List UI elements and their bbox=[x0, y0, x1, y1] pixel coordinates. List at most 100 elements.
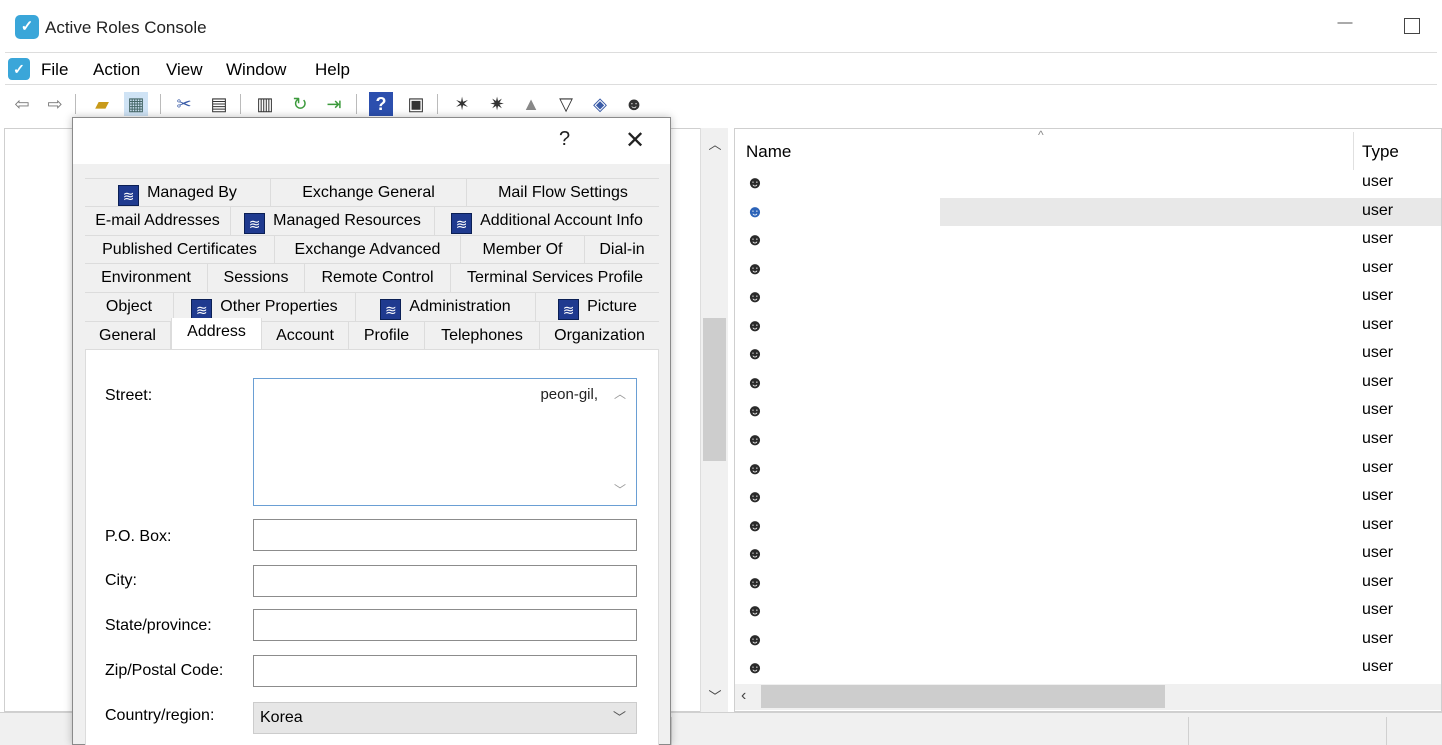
tab-managed-resources[interactable]: ≋ Managed Resources bbox=[231, 207, 435, 235]
tab-account[interactable]: Account bbox=[262, 322, 349, 350]
tab-terminal-services-profile[interactable]: Terminal Services Profile bbox=[451, 264, 659, 292]
tab-remote-control[interactable]: Remote Control bbox=[305, 264, 451, 292]
system-menu-icon[interactable]: ✓ bbox=[8, 58, 30, 80]
vertical-scrollbar[interactable]: ︿ ﹀ bbox=[700, 128, 728, 712]
tab-organization[interactable]: Organization bbox=[540, 322, 659, 350]
row-type: user bbox=[1362, 658, 1394, 676]
city-field[interactable] bbox=[253, 565, 637, 597]
new-group-icon[interactable]: ✷ bbox=[485, 92, 509, 116]
tab-general[interactable]: General bbox=[85, 322, 171, 350]
scroll-left-icon[interactable]: ‹ bbox=[741, 687, 746, 705]
row-type: user bbox=[1362, 287, 1394, 305]
list-row[interactable]: ☻ user bbox=[735, 255, 1441, 283]
cut-icon[interactable]: ✂ bbox=[172, 92, 196, 116]
filter-icon[interactable]: ▽ bbox=[554, 92, 578, 116]
horizontal-scrollbar[interactable]: ‹ bbox=[735, 684, 1441, 710]
tab-sessions[interactable]: Sessions bbox=[208, 264, 305, 292]
scroll-thumb[interactable] bbox=[703, 318, 726, 461]
new-user-icon[interactable]: ✶ bbox=[450, 92, 474, 116]
minimize-button[interactable]: — bbox=[1334, 14, 1356, 38]
country-select[interactable]: Korea ﹀ bbox=[253, 702, 637, 734]
menu-help[interactable]: Help bbox=[315, 60, 350, 80]
tab-environment[interactable]: Environment bbox=[85, 264, 208, 292]
tab-mail-flow-settings[interactable]: Mail Flow Settings bbox=[467, 179, 659, 207]
back-arrow-icon[interactable]: ⇦ bbox=[10, 92, 34, 116]
column-divider[interactable] bbox=[1353, 132, 1354, 170]
tab-exchange-advanced[interactable]: Exchange Advanced bbox=[275, 236, 461, 264]
close-button[interactable]: ✕ bbox=[625, 126, 645, 155]
user-icon: ☻ bbox=[746, 315, 764, 335]
list-row[interactable]: ☻ user bbox=[735, 226, 1441, 254]
show-hide-tree-icon[interactable]: ▦ bbox=[124, 92, 148, 116]
zip-field[interactable] bbox=[253, 655, 637, 687]
tab-email-addresses[interactable]: E-mail Addresses bbox=[85, 207, 231, 235]
refresh-icon[interactable]: ↻ bbox=[288, 92, 312, 116]
forward-arrow-icon[interactable]: ⇨ bbox=[43, 92, 67, 116]
tab-member-of[interactable]: Member Of bbox=[461, 236, 585, 264]
tab-object[interactable]: Object bbox=[85, 293, 174, 321]
list-row[interactable]: ☻ user bbox=[735, 483, 1441, 511]
tab-additional-account-info[interactable]: ≋ Additional Account Info bbox=[435, 207, 659, 235]
list-row[interactable]: ☻ user bbox=[735, 455, 1441, 483]
tab-managed-by[interactable]: ≋ Managed By bbox=[85, 179, 271, 207]
console-tree-icon[interactable]: ▣ bbox=[404, 92, 428, 116]
menu-action[interactable]: Action bbox=[93, 60, 140, 80]
user-icon[interactable]: ☻ bbox=[622, 92, 646, 116]
scroll-down-icon[interactable]: ﹀ bbox=[701, 686, 729, 705]
street-field[interactable]: peon-gil, ︿ ﹀ bbox=[253, 378, 637, 506]
list-row[interactable]: ☻ user bbox=[735, 169, 1441, 197]
pobox-field[interactable] bbox=[253, 519, 637, 551]
list-row[interactable]: ☻ user bbox=[735, 426, 1441, 454]
user-icon: ☻ bbox=[746, 487, 764, 507]
tab-picture[interactable]: ≋ Picture bbox=[536, 293, 659, 321]
user-icon: ☻ bbox=[746, 287, 764, 307]
list-row[interactable]: ☻ user bbox=[735, 369, 1441, 397]
list-row[interactable]: ☻ user bbox=[735, 569, 1441, 597]
new-computer-icon[interactable]: ▲ bbox=[519, 92, 543, 116]
tab-profile[interactable]: Profile bbox=[349, 322, 425, 350]
maximize-button[interactable] bbox=[1404, 18, 1420, 34]
scroll-down-icon[interactable]: ﹀ bbox=[614, 481, 626, 498]
menu-view[interactable]: View bbox=[166, 60, 203, 80]
row-type: user bbox=[1362, 401, 1394, 419]
scroll-up-icon[interactable]: ︿ bbox=[701, 134, 729, 153]
up-folder-icon[interactable]: ▰ bbox=[90, 92, 114, 116]
tab-address[interactable]: Address bbox=[171, 318, 262, 350]
scroll-up-icon[interactable]: ︿ bbox=[614, 385, 626, 402]
help-icon[interactable]: ? bbox=[369, 92, 393, 116]
user-icon: ☻ bbox=[746, 629, 764, 649]
list-row[interactable]: ☻ user bbox=[735, 197, 1441, 226]
list-row[interactable]: ☻ user bbox=[735, 512, 1441, 540]
tab-dial-in[interactable]: Dial-in bbox=[585, 236, 659, 264]
tab-telephones[interactable]: Telephones bbox=[425, 322, 540, 350]
user-icon: ☻ bbox=[746, 658, 764, 678]
list-row[interactable]: ☻ user bbox=[735, 626, 1441, 654]
menu-file[interactable]: File bbox=[41, 60, 68, 80]
column-header-type[interactable]: Type bbox=[1362, 142, 1399, 162]
menu-window[interactable]: Window bbox=[226, 60, 286, 80]
tab-administration[interactable]: ≋ Administration bbox=[356, 293, 536, 321]
list-row[interactable]: ☻ user bbox=[735, 654, 1441, 682]
user-icon: ☻ bbox=[746, 173, 764, 192]
toolbar-separator bbox=[75, 94, 76, 114]
hscroll-thumb[interactable] bbox=[761, 685, 1165, 708]
list-row[interactable]: ☻ user bbox=[735, 340, 1441, 368]
list-row[interactable]: ☻ user bbox=[735, 597, 1441, 625]
tab-other-properties[interactable]: ≋ Other Properties bbox=[174, 293, 356, 321]
list-row[interactable]: ☻ user bbox=[735, 283, 1441, 311]
row-type: user bbox=[1362, 429, 1394, 447]
list-row[interactable]: ☻ user bbox=[735, 397, 1441, 425]
tab-exchange-general[interactable]: Exchange General bbox=[271, 179, 467, 207]
copy-icon[interactable]: ▤ bbox=[207, 92, 231, 116]
export-list-icon[interactable]: ⇥ bbox=[322, 92, 346, 116]
toolbar-separator bbox=[356, 94, 357, 114]
list-row[interactable]: ☻ user bbox=[735, 540, 1441, 568]
tab-published-certificates[interactable]: Published Certificates bbox=[85, 236, 275, 264]
column-header-name[interactable]: Name bbox=[746, 142, 791, 162]
find-icon[interactable]: ◈ bbox=[588, 92, 612, 116]
list-row[interactable]: ☻ user bbox=[735, 312, 1441, 340]
state-field[interactable] bbox=[253, 609, 637, 641]
properties-icon[interactable]: ▥ bbox=[253, 92, 277, 116]
row-type: user bbox=[1362, 572, 1394, 590]
help-button[interactable]: ? bbox=[559, 128, 570, 151]
